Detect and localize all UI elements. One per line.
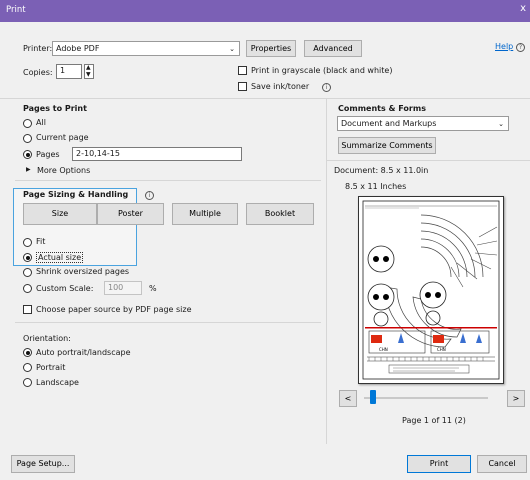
actual-size-label: Actual size	[36, 252, 84, 263]
stepper-down-icon[interactable]: ▼	[86, 71, 91, 78]
page-slider-track[interactable]	[364, 397, 488, 399]
pdf-paper-source-label: Choose paper source by PDF page size	[36, 305, 192, 314]
info-icon[interactable]: i	[322, 83, 331, 92]
copies-stepper[interactable]: ▲ ▼	[84, 64, 94, 79]
save-ink-label: Save ink/toner	[251, 82, 310, 91]
paper-size-label: 8.5 x 11 Inches	[345, 182, 407, 191]
auto-orientation-radio[interactable]	[23, 348, 32, 357]
grayscale-label: Print in grayscale (black and white)	[251, 66, 393, 75]
page-slider-thumb[interactable]	[370, 390, 376, 404]
shrink-radio[interactable]	[23, 268, 32, 277]
all-radio[interactable]	[23, 119, 32, 128]
comments-forms-select[interactable]: Document and Markups ⌄	[337, 116, 509, 131]
pages-to-print-heading: Pages to Print	[23, 104, 87, 113]
fit-label: Fit	[36, 237, 46, 246]
divider	[327, 160, 530, 161]
pages-range-input[interactable]: 2-10,14-15	[72, 147, 242, 161]
all-label: All	[36, 118, 46, 127]
tab-multiple[interactable]: Multiple	[172, 203, 238, 225]
summarize-comments-button[interactable]: Summarize Comments	[338, 137, 436, 154]
shrink-label: Shrink oversized pages	[36, 267, 130, 276]
close-icon[interactable]: x	[520, 3, 526, 14]
page-preview-image: CHN CHN	[362, 200, 500, 380]
save-ink-checkbox[interactable]	[238, 82, 247, 91]
title-bar: Print x	[0, 0, 530, 22]
portrait-label: Portrait	[36, 363, 66, 372]
comments-forms-heading: Comments & Forms	[338, 104, 426, 113]
printer-value: Adobe PDF	[56, 44, 100, 53]
help-link[interactable]: Help	[495, 42, 513, 51]
printer-label: Printer:	[23, 44, 53, 53]
previous-page-button[interactable]: <	[339, 390, 357, 407]
copies-input[interactable]: 1	[56, 64, 82, 79]
page-counter: Page 1 of 11 (2)	[402, 416, 466, 425]
cancel-button[interactable]: Cancel	[477, 455, 527, 473]
window-title: Print	[6, 5, 26, 15]
expand-triangle-icon[interactable]: ▶	[26, 166, 31, 173]
custom-scale-radio[interactable]	[23, 284, 32, 293]
print-dialog: Print x Printer: Adobe PDF ⌄ Properties …	[0, 0, 530, 480]
pdf-paper-source-checkbox[interactable]	[23, 305, 32, 314]
custom-scale-input[interactable]: 100	[104, 281, 142, 295]
chn-label: CHN	[379, 347, 388, 352]
grayscale-checkbox[interactable]	[238, 66, 247, 75]
divider	[15, 180, 321, 181]
current-page-radio[interactable]	[23, 134, 32, 143]
column-divider	[326, 99, 327, 444]
page-setup-button[interactable]: Page Setup...	[11, 455, 75, 473]
fit-radio[interactable]	[23, 238, 32, 247]
pages-label: Pages	[36, 150, 60, 159]
portrait-radio[interactable]	[23, 363, 32, 372]
tab-poster[interactable]: Poster	[97, 203, 164, 225]
print-button[interactable]: Print	[407, 455, 471, 473]
chn-label: CHN	[437, 347, 446, 352]
document-size-label: Document: 8.5 x 11.0in	[334, 166, 429, 175]
chevron-down-icon: ⌄	[498, 120, 504, 128]
stepper-up-icon[interactable]: ▲	[86, 64, 91, 71]
tab-size[interactable]: Size	[23, 203, 97, 225]
percent-label: %	[149, 284, 157, 293]
printer-select[interactable]: Adobe PDF ⌄	[52, 41, 240, 56]
page-sizing-heading: Page Sizing & Handling	[23, 190, 129, 199]
landscape-label: Landscape	[36, 378, 79, 387]
pages-radio[interactable]	[23, 150, 32, 159]
current-page-label: Current page	[36, 133, 89, 142]
advanced-button[interactable]: Advanced	[304, 40, 362, 57]
landscape-radio[interactable]	[23, 378, 32, 387]
properties-button[interactable]: Properties	[246, 40, 296, 57]
tab-booklet[interactable]: Booklet	[246, 203, 314, 225]
page-preview: CHN CHN	[358, 196, 504, 384]
help-icon[interactable]: ?	[516, 43, 525, 52]
copies-label: Copies:	[23, 68, 53, 77]
comments-forms-value: Document and Markups	[341, 119, 437, 128]
auto-orientation-label: Auto portrait/landscape	[36, 348, 131, 357]
chevron-down-icon: ⌄	[229, 45, 235, 53]
divider	[15, 322, 321, 323]
divider	[0, 98, 530, 99]
actual-size-radio[interactable]	[23, 253, 32, 262]
orientation-heading: Orientation:	[23, 334, 71, 343]
next-page-button[interactable]: >	[507, 390, 525, 407]
info-icon[interactable]: i	[145, 191, 154, 200]
more-options-link[interactable]: More Options	[37, 166, 90, 175]
custom-scale-label: Custom Scale:	[36, 284, 94, 293]
